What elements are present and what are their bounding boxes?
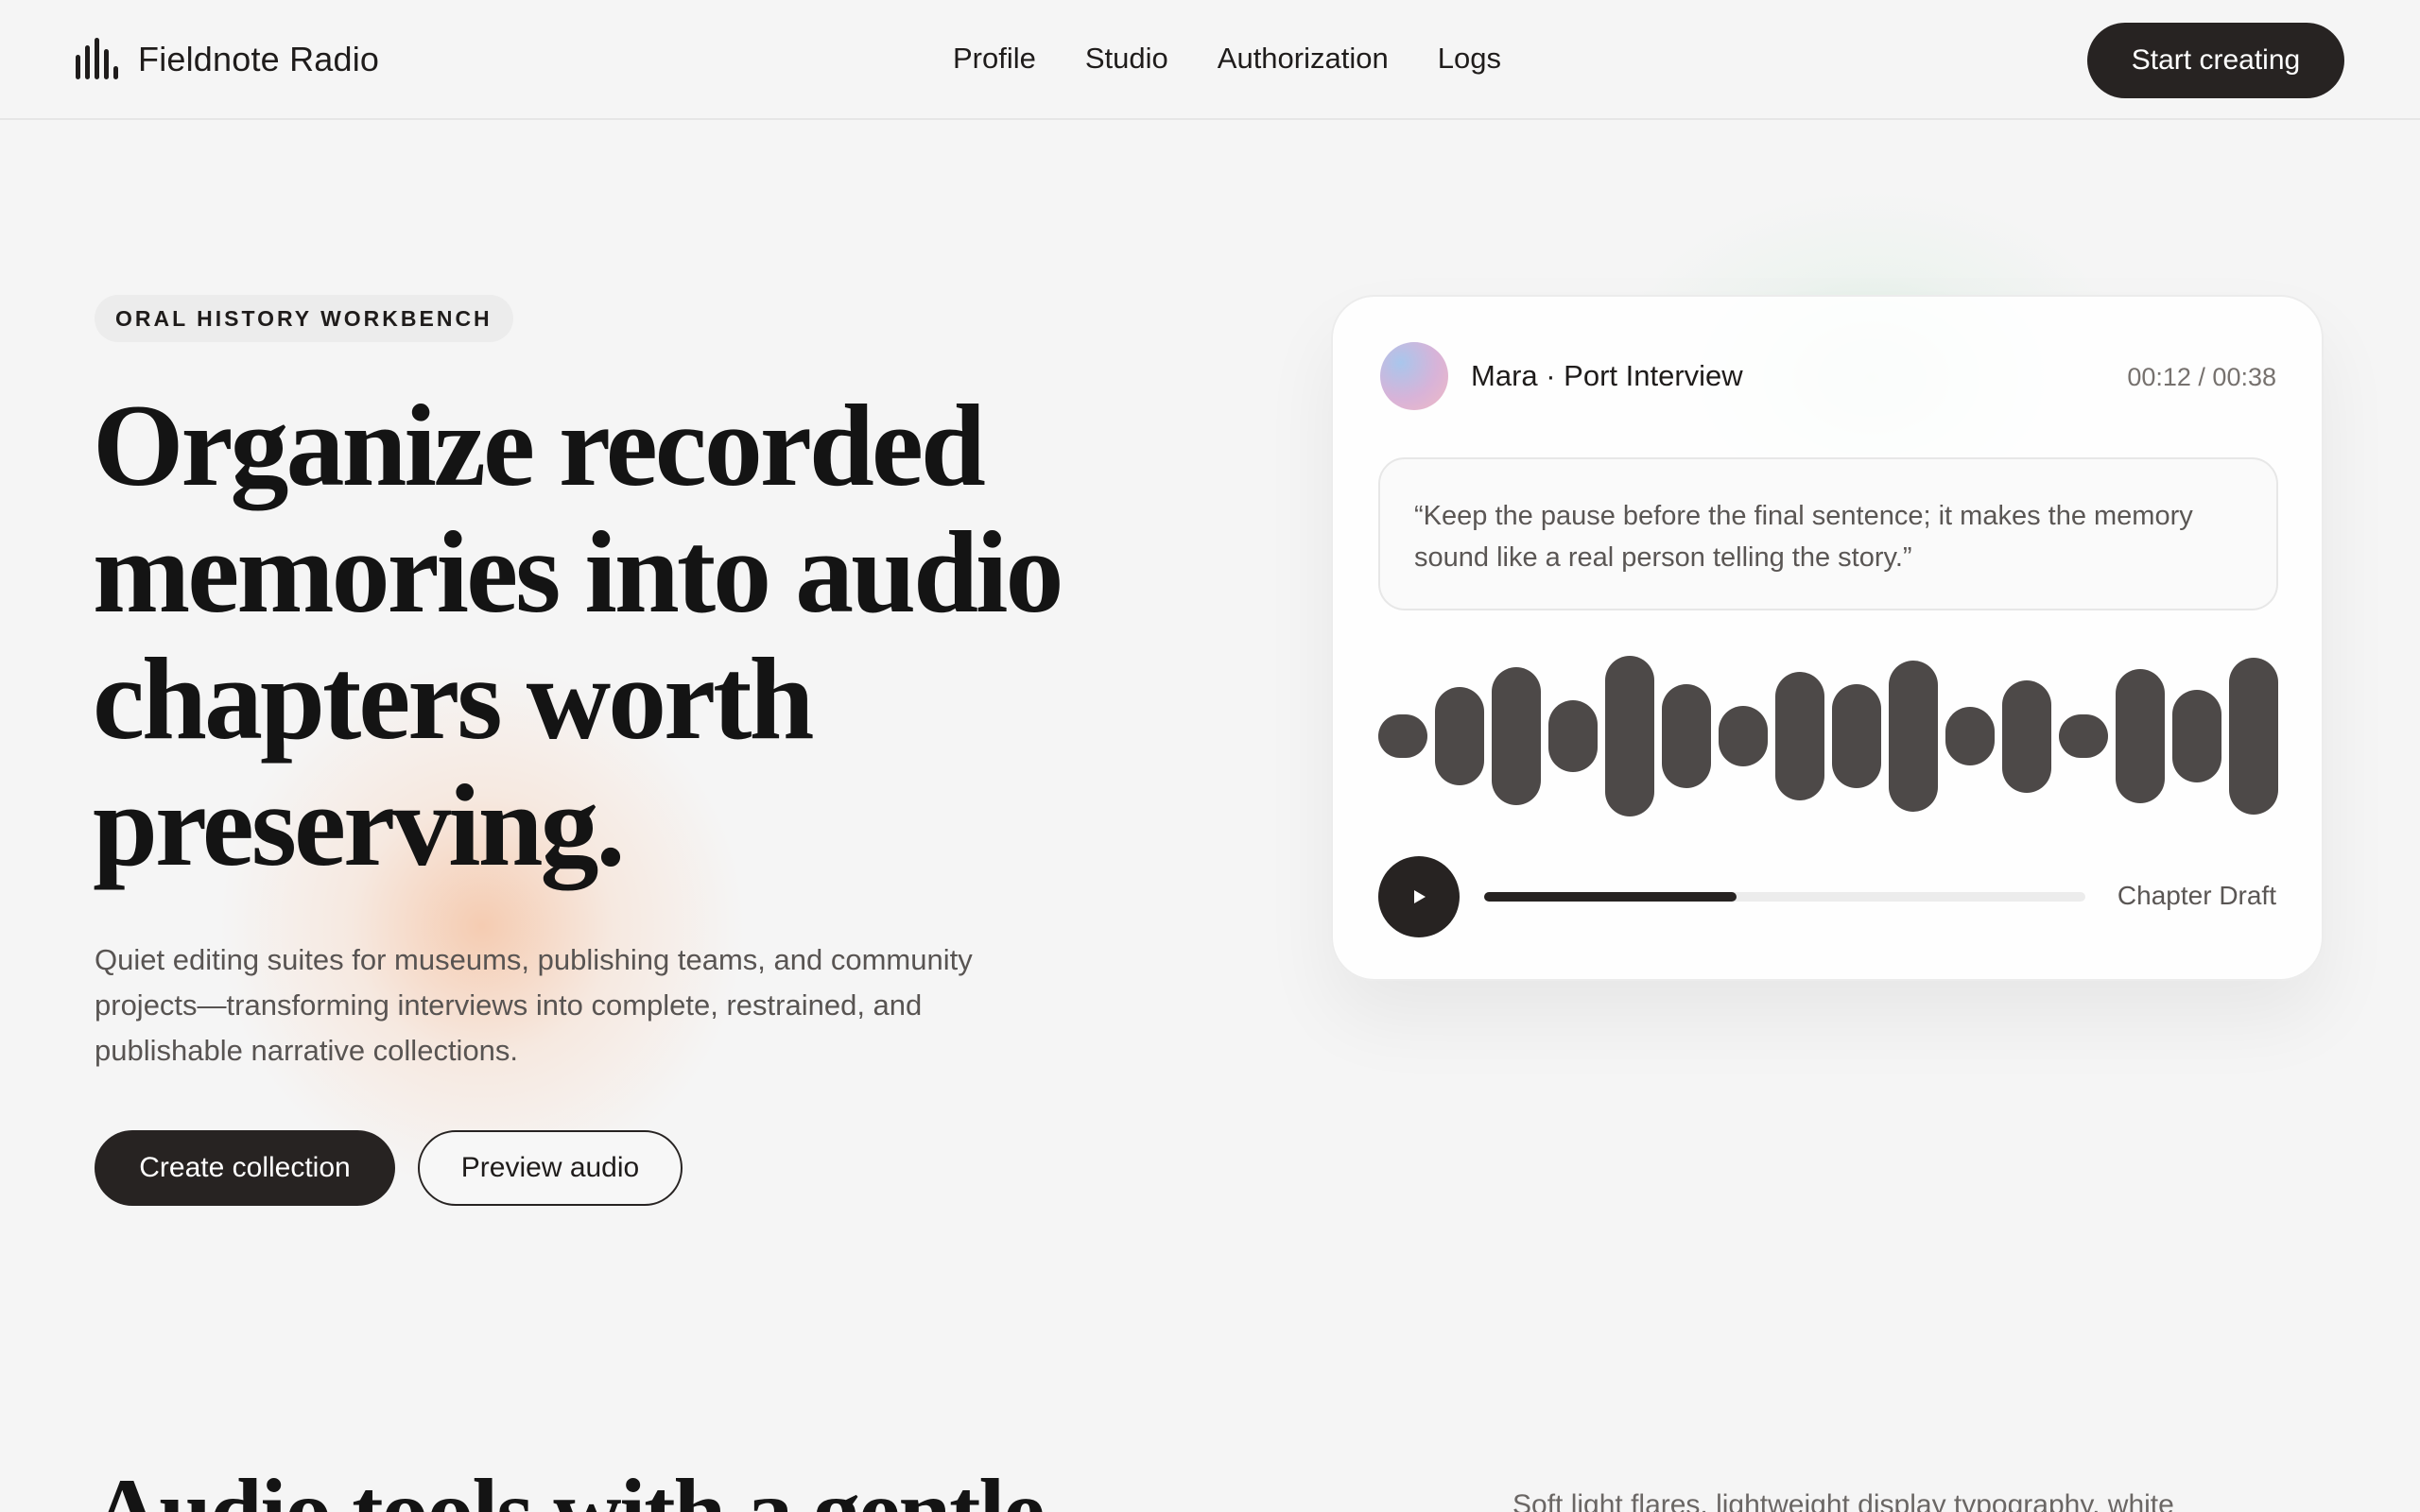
waveform-bar (1889, 661, 1938, 812)
waveform-bar (2002, 679, 2051, 793)
avatar (1380, 342, 1448, 410)
nav-studio[interactable]: Studio (1085, 42, 1168, 76)
hero-headline: Organize recorded memories into audio ch… (93, 381, 1064, 890)
track-title: Mara · Port Interview (1471, 359, 1743, 392)
progress-bar[interactable] (1484, 892, 2085, 902)
waveform-bar (1719, 705, 1768, 767)
section-lede: Soft light flares, lightweight display t… (1512, 1489, 2174, 1512)
track-time: 00:12 / 00:38 (2127, 363, 2276, 391)
waveform-bar (1775, 672, 1824, 800)
waveform[interactable] (1378, 656, 2278, 816)
waveform-bar (1492, 666, 1541, 806)
waveform-bar (2229, 657, 2278, 816)
waveform-bar (1378, 714, 1427, 758)
brand-name: Fieldnote Radio (138, 40, 380, 78)
nav-profile[interactable]: Profile (953, 42, 1036, 76)
audio-bars-icon (76, 38, 118, 79)
chapter-label: Chapter Draft (2117, 881, 2276, 910)
waveform-bar (1662, 683, 1711, 789)
waveform-bar (2172, 689, 2221, 783)
start-creating-button[interactable]: Start creating (2087, 23, 2344, 98)
hero-lede: Quiet editing suites for museums, publis… (95, 943, 973, 1067)
progress-fill (1484, 892, 1737, 902)
brand[interactable]: Fieldnote Radio (74, 36, 379, 83)
play-icon (1414, 890, 1426, 903)
waveform-bar (1832, 683, 1881, 789)
waveform-bar (2116, 668, 2165, 804)
create-collection-button[interactable]: Create collection (95, 1130, 395, 1206)
site-header: Fieldnote Radio Profile Studio Authoriza… (0, 0, 2420, 120)
waveform-bar (1945, 707, 1995, 765)
quote-text: “Keep the pause before the final sentenc… (1414, 501, 2193, 573)
waveform-bar (2059, 714, 2108, 758)
nav-logs[interactable]: Logs (1438, 42, 1501, 76)
play-button[interactable] (1378, 856, 1460, 937)
waveform-bar (1548, 699, 1598, 773)
preview-audio-button[interactable]: Preview audio (418, 1130, 683, 1206)
quote-box: “Keep the pause before the final sentenc… (1378, 457, 2278, 610)
waveform-bar (1435, 687, 1484, 785)
waveform-bar (1605, 656, 1654, 816)
nav-authorization[interactable]: Authorization (1218, 42, 1389, 76)
audio-player-card: Mara · Port Interview 00:12 / 00:38 “Kee… (1331, 295, 2324, 981)
section-title: Audio tools with a gentle (93, 1459, 1046, 1512)
eyebrow-badge: ORAL HISTORY WORKBENCH (95, 295, 513, 342)
main-nav: Profile Studio Authorization Logs (953, 42, 1501, 76)
